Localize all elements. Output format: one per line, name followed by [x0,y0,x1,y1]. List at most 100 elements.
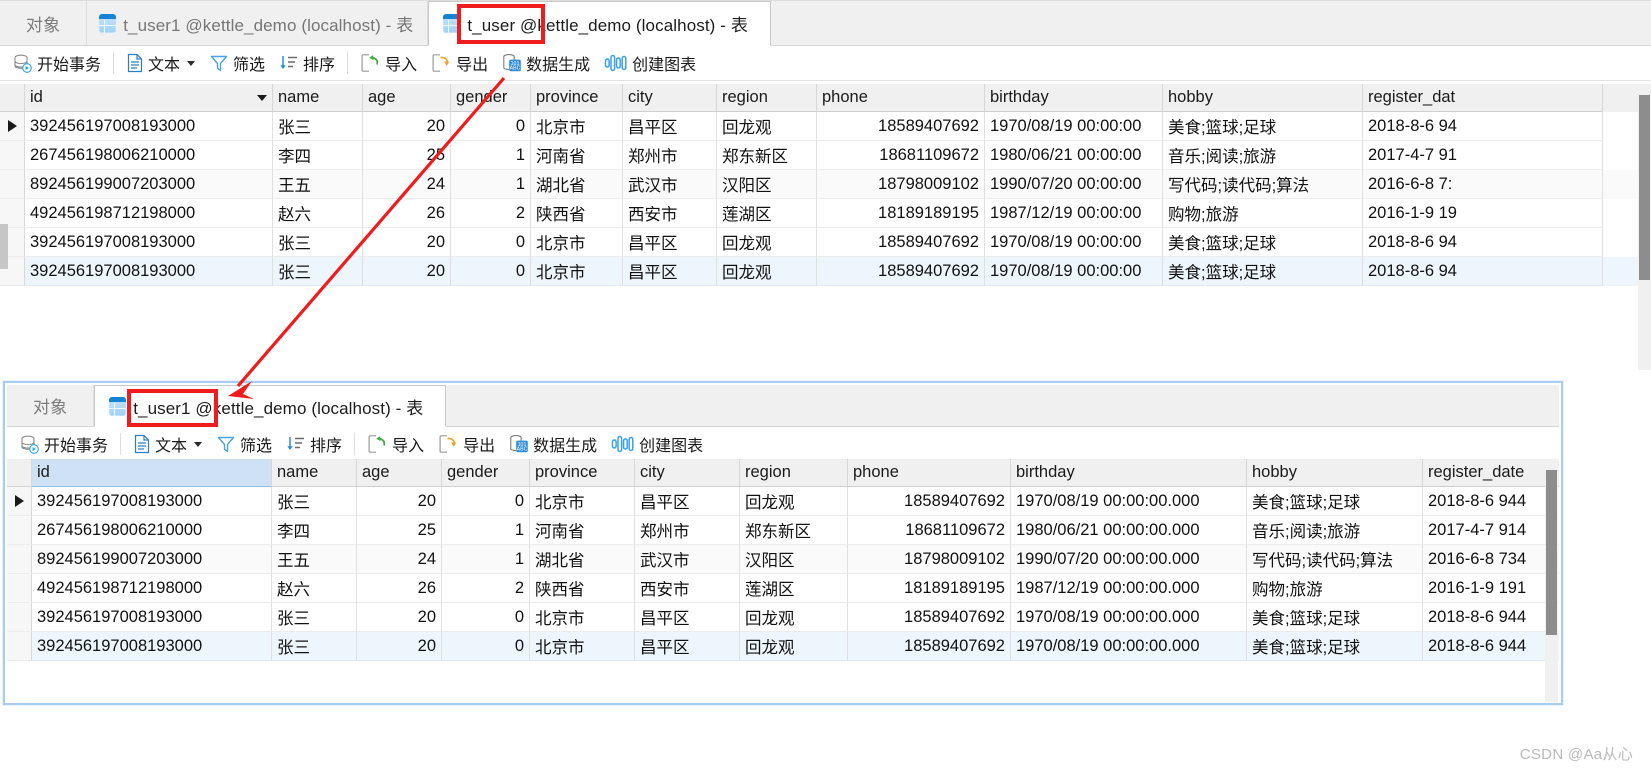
cell-hobby[interactable]: 购物;旅游 [1163,199,1363,228]
cell-gender[interactable]: 0 [451,112,531,141]
cell-city[interactable]: 昌平区 [635,603,740,632]
column-header-city[interactable]: city [623,84,717,112]
table-row[interactable]: 892456199007203000 王五 24 1 湖北省 武汉市 汉阳区 18798009… [7,545,1559,574]
cell-hobby[interactable]: 美食;篮球;足球 [1163,257,1363,286]
cell-birthday[interactable]: 1980/06/21 00:00:00 [985,141,1163,170]
cell-region[interactable]: 回龙观 [717,112,817,141]
cell-gender[interactable]: 0 [451,228,531,257]
cell-age[interactable]: 24 [357,545,442,574]
cell-city[interactable]: 郑州市 [623,141,717,170]
cell-region[interactable]: 回龙观 [740,603,848,632]
cell-city[interactable]: 昌平区 [635,487,740,516]
cell-birthday[interactable]: 1970/08/19 00:00:00 [985,112,1163,141]
top-grid-vertical-scrollbar[interactable] [1638,95,1651,370]
cell-phone[interactable]: 18681109672 [848,516,1011,545]
column-header-hobby[interactable]: hobby [1247,459,1423,487]
bottom-data-grid[interactable]: id name age gender province city region phone bi… [7,459,1559,701]
cell-id[interactable]: 392456197008193000 [32,632,272,661]
column-header-phone[interactable]: phone [817,84,985,112]
table-row[interactable]: 892456199007203000 王五 24 1 湖北省 武汉市 汉阳区 18798009… [0,170,1651,199]
cell-birthday[interactable]: 1970/08/19 00:00:00 [985,228,1163,257]
cell-register_date[interactable]: 2017-4-7 914 [1423,516,1559,545]
cell-phone[interactable]: 18589407692 [848,632,1011,661]
cell-region[interactable]: 莲湖区 [717,199,817,228]
cell-province[interactable]: 北京市 [530,487,635,516]
cell-gender[interactable]: 0 [451,257,531,286]
column-header-phone[interactable]: phone [848,459,1011,487]
cell-gender[interactable]: 1 [451,141,531,170]
cell-region[interactable]: 郑东新区 [717,141,817,170]
tab-t-user1-top[interactable]: t_user1 @kettle_demo (localhost) - 表 [87,1,429,45]
cell-age[interactable]: 25 [357,516,442,545]
cell-phone[interactable]: 18589407692 [848,487,1011,516]
cell-city[interactable]: 昌平区 [623,228,717,257]
cell-hobby[interactable]: 音乐;阅读;旅游 [1247,516,1423,545]
create-chart-button[interactable]: 创建图表 [597,49,703,77]
table-row[interactable]: 267456198006210000 李四 25 1 河南省 郑州市 郑东新区 1868110… [7,516,1559,545]
column-header-city[interactable]: city [635,459,740,487]
cell-age[interactable]: 20 [357,487,442,516]
column-header-name[interactable]: name [272,459,357,487]
cell-name[interactable]: 张三 [272,632,357,661]
data-generation-button[interactable]: 101 ABC 数据生成 [495,49,597,77]
cell-id[interactable]: 492456198712198000 [25,199,273,228]
cell-phone[interactable]: 18681109672 [817,141,985,170]
column-header-hobby[interactable]: hobby [1163,84,1363,112]
table-row[interactable]: 392456197008193000 张三 20 0 北京市 昌平区 回龙观 18589407… [7,632,1559,661]
column-header-gender[interactable]: gender [442,459,530,487]
column-header-region[interactable]: region [740,459,848,487]
cell-province[interactable]: 河南省 [531,141,623,170]
cell-region[interactable]: 回龙观 [740,487,848,516]
cell-id[interactable]: 267456198006210000 [25,141,273,170]
scrollbar-thumb[interactable] [0,224,8,269]
cell-name[interactable]: 赵六 [273,199,363,228]
tab-objects-top[interactable]: 对象 [0,1,88,45]
cell-city[interactable]: 西安市 [623,199,717,228]
column-header-province[interactable]: province [531,84,623,112]
export-button[interactable]: 导出 [424,49,495,77]
cell-province[interactable]: 河南省 [530,516,635,545]
table-row[interactable]: 392456197008193000 张三 20 0 北京市 昌平区 回龙观 18589407… [7,487,1559,516]
cell-name[interactable]: 王五 [272,545,357,574]
column-header-register_dat[interactable]: register_dat [1363,84,1603,112]
bottom-grid-vertical-scrollbar[interactable] [1545,470,1558,702]
column-header-register_date[interactable]: register_date [1423,459,1559,487]
cell-gender[interactable]: 2 [451,199,531,228]
column-header-birthday[interactable]: birthday [1011,459,1247,487]
cell-hobby[interactable]: 美食;篮球;足球 [1247,603,1423,632]
cell-hobby[interactable]: 购物;旅游 [1247,574,1423,603]
cell-phone[interactable]: 18798009102 [848,545,1011,574]
row-gutter[interactable] [7,545,32,574]
column-header-name[interactable]: name [273,84,363,112]
chevron-down-icon[interactable] [257,94,267,101]
cell-region[interactable]: 汉阳区 [717,170,817,199]
cell-birthday[interactable]: 1990/07/20 00:00:00 [985,170,1163,199]
cell-gender[interactable]: 0 [442,487,530,516]
cell-register_dat[interactable]: 2016-1-9 19 [1363,199,1603,228]
cell-gender[interactable]: 1 [442,516,530,545]
cell-id[interactable]: 267456198006210000 [32,516,272,545]
cell-id[interactable]: 392456197008193000 [25,112,273,141]
cell-name[interactable]: 张三 [273,112,363,141]
cell-hobby[interactable]: 美食;篮球;足球 [1247,632,1423,661]
cell-name[interactable]: 张三 [273,228,363,257]
cell-age[interactable]: 20 [363,257,451,286]
cell-age[interactable]: 24 [363,170,451,199]
cell-register_dat[interactable]: 2018-8-6 94 [1363,228,1603,257]
scrollbar-thumb[interactable] [1639,95,1650,280]
cell-birthday[interactable]: 1970/08/19 00:00:00.000 [1011,487,1247,516]
cell-province[interactable]: 陕西省 [530,574,635,603]
cell-province[interactable]: 北京市 [531,112,623,141]
cell-phone[interactable]: 18189189195 [817,199,985,228]
column-header-region[interactable]: region [717,84,817,112]
cell-register_date[interactable]: 2018-8-6 944 [1423,603,1559,632]
cell-name[interactable]: 李四 [273,141,363,170]
table-row[interactable]: 392456197008193000 张三 20 0 北京市 昌平区 回龙观 18589407… [0,257,1651,286]
text-button[interactable]: 文本 [119,49,202,77]
cell-province[interactable]: 北京市 [530,603,635,632]
cell-name[interactable]: 张三 [272,603,357,632]
cell-hobby[interactable]: 写代码;读代码;算法 [1247,545,1423,574]
row-gutter[interactable] [7,487,32,516]
cell-city[interactable]: 郑州市 [635,516,740,545]
cell-phone[interactable]: 18798009102 [817,170,985,199]
